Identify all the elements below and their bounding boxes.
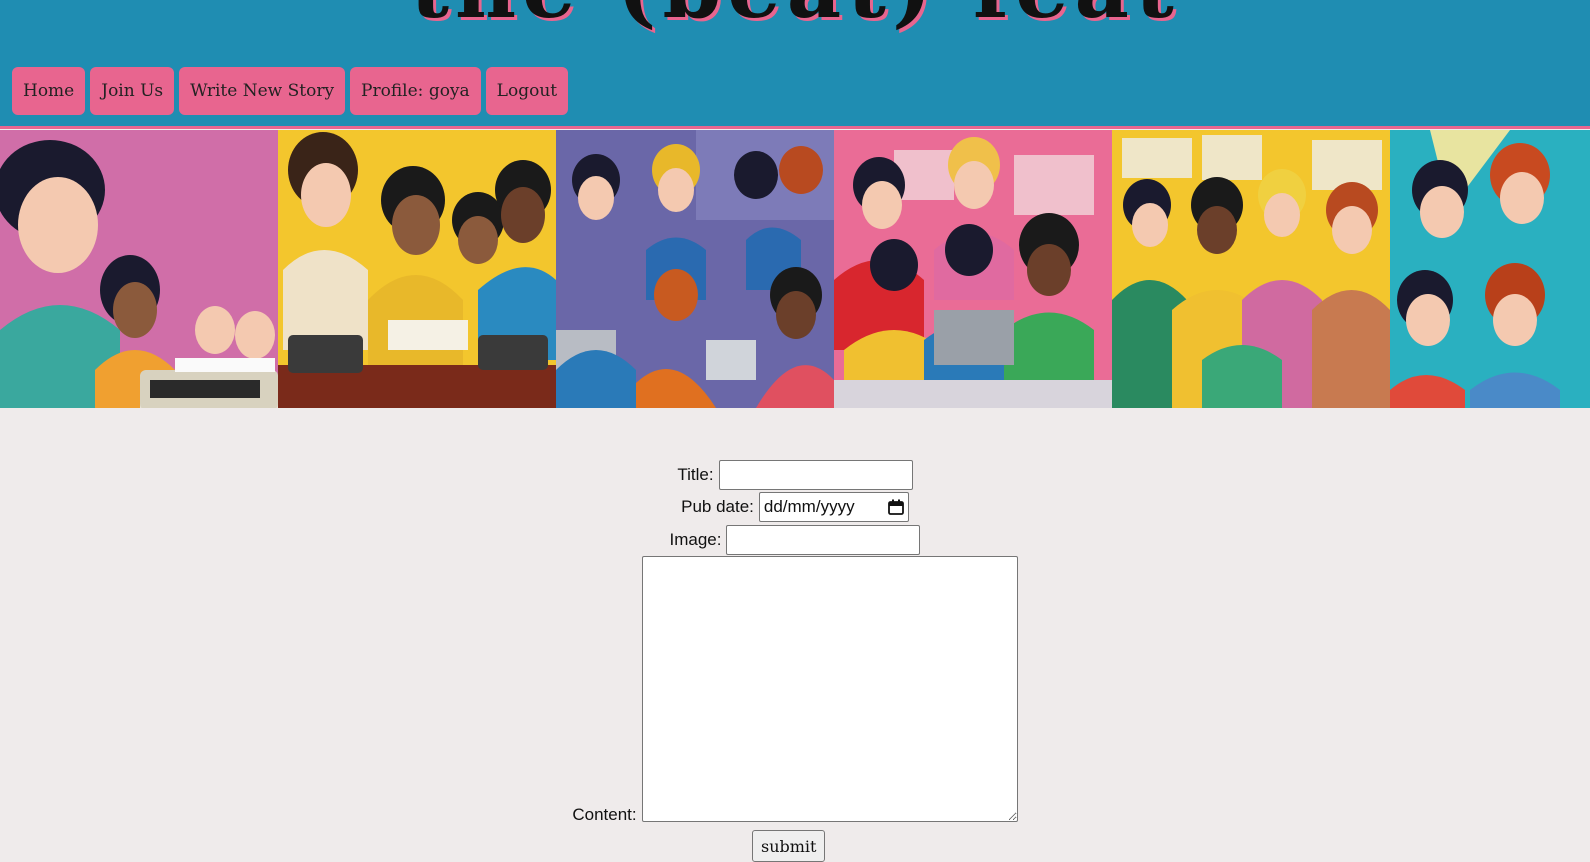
submit-button[interactable]: submit xyxy=(752,830,826,862)
site-header: the (beat) feat Home Join Us Write New S… xyxy=(0,0,1590,129)
banner-illustration-women-computer xyxy=(834,130,1112,408)
nav-home-button[interactable]: Home xyxy=(12,67,86,115)
pubdate-placeholder: dd/mm/yyyy xyxy=(763,497,855,516)
main-nav: Home Join Us Write New Story Profile: go… xyxy=(12,67,569,115)
calendar-icon[interactable] xyxy=(887,499,904,515)
pubdate-input[interactable]: dd/mm/yyyy xyxy=(758,492,909,522)
content-textarea[interactable] xyxy=(641,556,1018,822)
illustration-banner xyxy=(0,130,1590,408)
banner-illustration-women-typewriter xyxy=(0,130,278,408)
nav-join-us-button[interactable]: Join Us xyxy=(90,67,175,115)
title-label: Title: xyxy=(677,465,714,484)
pubdate-label: Pub date: xyxy=(681,497,754,516)
banner-illustration-women-bulletin xyxy=(1112,130,1390,408)
nav-profile-button[interactable]: Profile: goya xyxy=(350,67,481,115)
nav-write-new-story-button[interactable]: Write New Story xyxy=(179,67,346,115)
image-label: Image: xyxy=(669,530,722,549)
nav-logout-button[interactable]: Logout xyxy=(485,67,569,115)
title-input[interactable] xyxy=(718,460,913,490)
site-title: the (beat) feat xyxy=(0,0,1590,37)
banner-illustration-women-office xyxy=(556,130,834,408)
image-input[interactable] xyxy=(726,525,921,555)
content-label: Content: xyxy=(572,805,637,824)
banner-illustration-women-desk xyxy=(278,130,556,408)
banner-illustration-women-group xyxy=(1390,130,1590,408)
